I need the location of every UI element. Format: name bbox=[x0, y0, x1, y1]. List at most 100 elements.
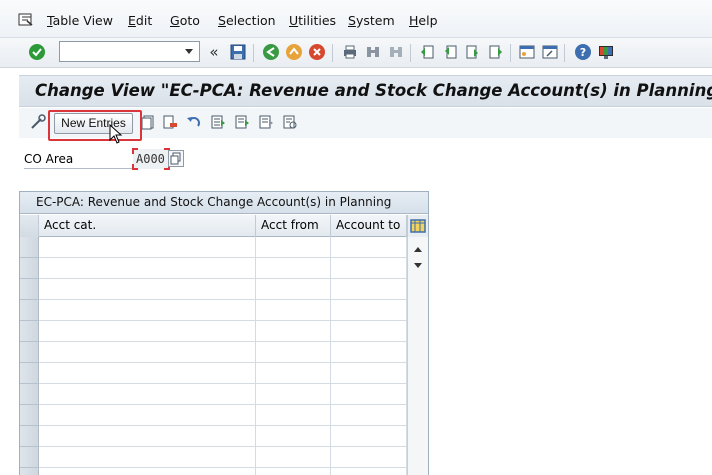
select-block-icon[interactable] bbox=[233, 113, 251, 131]
vertical-scrollbar[interactable] bbox=[407, 237, 428, 475]
page-title: Change View "EC-PCA: Revenue and Stock C… bbox=[35, 81, 712, 100]
row-selector[interactable] bbox=[20, 321, 39, 342]
deselect-all-icon[interactable] bbox=[257, 113, 275, 131]
table-cell[interactable] bbox=[39, 426, 256, 447]
row-selector[interactable] bbox=[20, 363, 39, 384]
menu-selection[interactable]: Selection bbox=[218, 13, 276, 28]
table-cell[interactable] bbox=[331, 300, 407, 321]
back-icon[interactable] bbox=[262, 43, 280, 61]
menu-table-view[interactable]: Table View bbox=[47, 13, 113, 28]
menu-system[interactable]: System bbox=[348, 13, 395, 28]
entries-table: EC-PCA: Revenue and Stock Change Account… bbox=[19, 191, 429, 475]
display-change-icon[interactable] bbox=[29, 113, 47, 131]
new-session-icon[interactable] bbox=[518, 43, 536, 61]
table-cell[interactable] bbox=[256, 426, 331, 447]
table-cell[interactable] bbox=[256, 300, 331, 321]
collapse-icon[interactable]: « bbox=[205, 43, 223, 61]
delete-icon[interactable] bbox=[161, 113, 179, 131]
row-selector[interactable] bbox=[20, 258, 39, 279]
co-area-field[interactable]: A000 bbox=[132, 148, 170, 170]
table-cell[interactable] bbox=[331, 321, 407, 342]
column-account-to[interactable]: Account to bbox=[331, 215, 407, 237]
table-cell[interactable] bbox=[39, 279, 256, 300]
copy-value-icon[interactable] bbox=[168, 150, 184, 167]
menu-icon[interactable] bbox=[18, 13, 34, 27]
last-page-icon[interactable] bbox=[487, 43, 505, 61]
table-cell[interactable] bbox=[39, 384, 256, 405]
table-settings-icon[interactable] bbox=[407, 215, 428, 237]
menu-help[interactable]: Help bbox=[409, 13, 438, 28]
row-selector[interactable] bbox=[20, 300, 39, 321]
column-acct-cat[interactable]: Acct cat. bbox=[39, 215, 256, 237]
scroll-up-icon[interactable] bbox=[412, 242, 424, 256]
menu-edit[interactable]: Edit bbox=[128, 13, 152, 28]
print-icon[interactable] bbox=[341, 43, 359, 61]
table-cell[interactable] bbox=[256, 384, 331, 405]
row-selector[interactable] bbox=[20, 447, 39, 468]
table-cell[interactable] bbox=[256, 342, 331, 363]
table-cell[interactable] bbox=[39, 237, 256, 258]
row-selector[interactable] bbox=[20, 279, 39, 300]
first-page-icon[interactable] bbox=[418, 43, 436, 61]
table-cell[interactable] bbox=[331, 342, 407, 363]
table-cell[interactable] bbox=[256, 321, 331, 342]
co-area-underline bbox=[24, 168, 134, 169]
command-field[interactable] bbox=[59, 41, 200, 62]
row-selector[interactable] bbox=[20, 426, 39, 447]
table-cell[interactable] bbox=[256, 237, 331, 258]
column-acct-from[interactable]: Acct from bbox=[256, 215, 331, 237]
table-cell[interactable] bbox=[39, 363, 256, 384]
table-cell[interactable] bbox=[331, 279, 407, 300]
table-cell[interactable] bbox=[39, 468, 256, 475]
table-cell[interactable] bbox=[331, 405, 407, 426]
previous-page-icon[interactable] bbox=[441, 43, 459, 61]
highlight-box bbox=[48, 110, 142, 141]
find-next-icon[interactable] bbox=[387, 43, 405, 61]
title-bar: Change View "EC-PCA: Revenue and Stock C… bbox=[19, 75, 712, 107]
table-cell[interactable] bbox=[256, 447, 331, 468]
table-title: EC-PCA: Revenue and Stock Change Account… bbox=[20, 192, 428, 214]
table-cell[interactable] bbox=[331, 363, 407, 384]
row-selector[interactable] bbox=[20, 405, 39, 426]
table-cell[interactable] bbox=[39, 405, 256, 426]
dropdown-arrow-icon[interactable] bbox=[181, 44, 197, 59]
select-all-rows[interactable] bbox=[20, 215, 39, 237]
table-header: Acct cat. Acct from Account to bbox=[20, 215, 428, 237]
print-field-list-icon[interactable] bbox=[281, 113, 299, 131]
select-all-icon[interactable] bbox=[209, 113, 227, 131]
menu-utilities[interactable]: Utilities bbox=[289, 13, 336, 28]
table-cell[interactable] bbox=[331, 447, 407, 468]
table-cell[interactable] bbox=[331, 468, 407, 475]
save-icon[interactable] bbox=[229, 43, 247, 61]
help-icon[interactable]: ? bbox=[574, 43, 592, 61]
cancel-icon[interactable] bbox=[308, 43, 326, 61]
table-cell[interactable] bbox=[39, 447, 256, 468]
table-cell[interactable] bbox=[331, 384, 407, 405]
table-cell[interactable] bbox=[256, 363, 331, 384]
table-cell[interactable] bbox=[331, 237, 407, 258]
exit-icon[interactable] bbox=[285, 43, 303, 61]
table-cell[interactable] bbox=[331, 258, 407, 279]
row-selector[interactable] bbox=[20, 342, 39, 363]
table-cell[interactable] bbox=[39, 258, 256, 279]
row-selector[interactable] bbox=[20, 237, 39, 258]
enter-icon[interactable] bbox=[28, 43, 46, 61]
shortcut-icon[interactable] bbox=[541, 43, 559, 61]
row-selector[interactable] bbox=[20, 384, 39, 405]
table-cell[interactable] bbox=[256, 405, 331, 426]
next-page-icon[interactable] bbox=[464, 43, 482, 61]
undo-icon[interactable] bbox=[185, 113, 203, 131]
table-cell[interactable] bbox=[39, 321, 256, 342]
table-cell[interactable] bbox=[256, 279, 331, 300]
table-cell[interactable] bbox=[256, 258, 331, 279]
find-icon[interactable] bbox=[364, 43, 382, 61]
customize-layout-icon[interactable] bbox=[597, 43, 615, 61]
table-cell[interactable] bbox=[39, 300, 256, 321]
scroll-down-icon[interactable] bbox=[412, 259, 424, 273]
table-cell[interactable] bbox=[39, 342, 256, 363]
row-selector[interactable] bbox=[20, 468, 39, 475]
svg-text:?: ? bbox=[580, 46, 586, 59]
table-cell[interactable] bbox=[256, 468, 331, 475]
menu-goto[interactable]: Goto bbox=[170, 13, 200, 28]
table-cell[interactable] bbox=[331, 426, 407, 447]
